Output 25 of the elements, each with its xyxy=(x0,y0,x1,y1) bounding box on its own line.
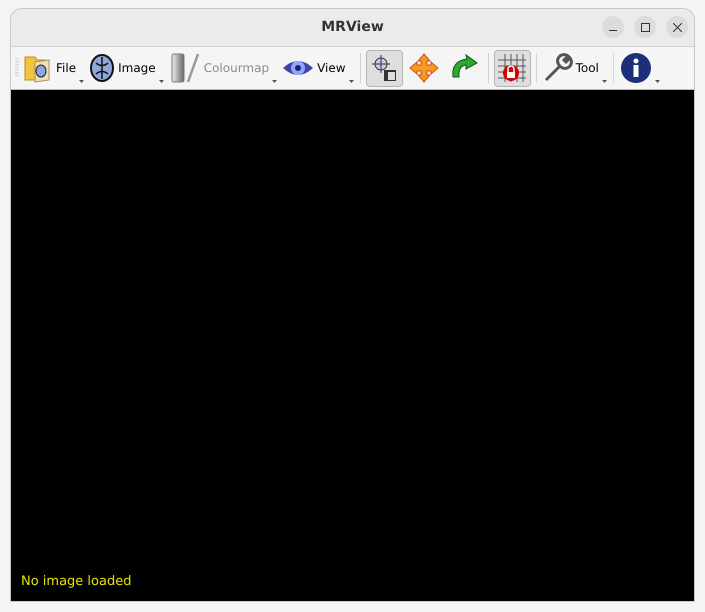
tool-button[interactable] xyxy=(366,50,403,86)
pencil-gradient-icon xyxy=(168,52,201,84)
move-arrows-icon xyxy=(409,53,440,83)
caret-icon xyxy=(654,80,660,82)
locked-grid-icon xyxy=(497,53,528,83)
brain-icon xyxy=(89,53,116,83)
status-text: No image loaded xyxy=(21,572,132,590)
caret-icon xyxy=(272,80,278,82)
menu-button[interactable]: Image xyxy=(88,50,165,86)
close-button[interactable] xyxy=(666,16,688,38)
menu-button[interactable]: View xyxy=(281,50,355,86)
caret-icon xyxy=(348,80,354,82)
maximize-icon xyxy=(640,22,650,32)
window-title: MRView xyxy=(321,18,384,37)
caret-icon xyxy=(158,80,164,82)
close-icon xyxy=(672,22,682,32)
caret-icon xyxy=(602,80,607,82)
wrench-icon xyxy=(542,53,573,83)
tool-button[interactable] xyxy=(494,50,531,86)
toolbar-handle-icon xyxy=(15,58,19,78)
menu-button[interactable]: Tool xyxy=(542,50,608,86)
maximize-button[interactable] xyxy=(634,16,656,38)
menu-button[interactable]: File xyxy=(22,50,86,86)
info-icon xyxy=(620,52,652,84)
caret-icon xyxy=(79,80,84,82)
